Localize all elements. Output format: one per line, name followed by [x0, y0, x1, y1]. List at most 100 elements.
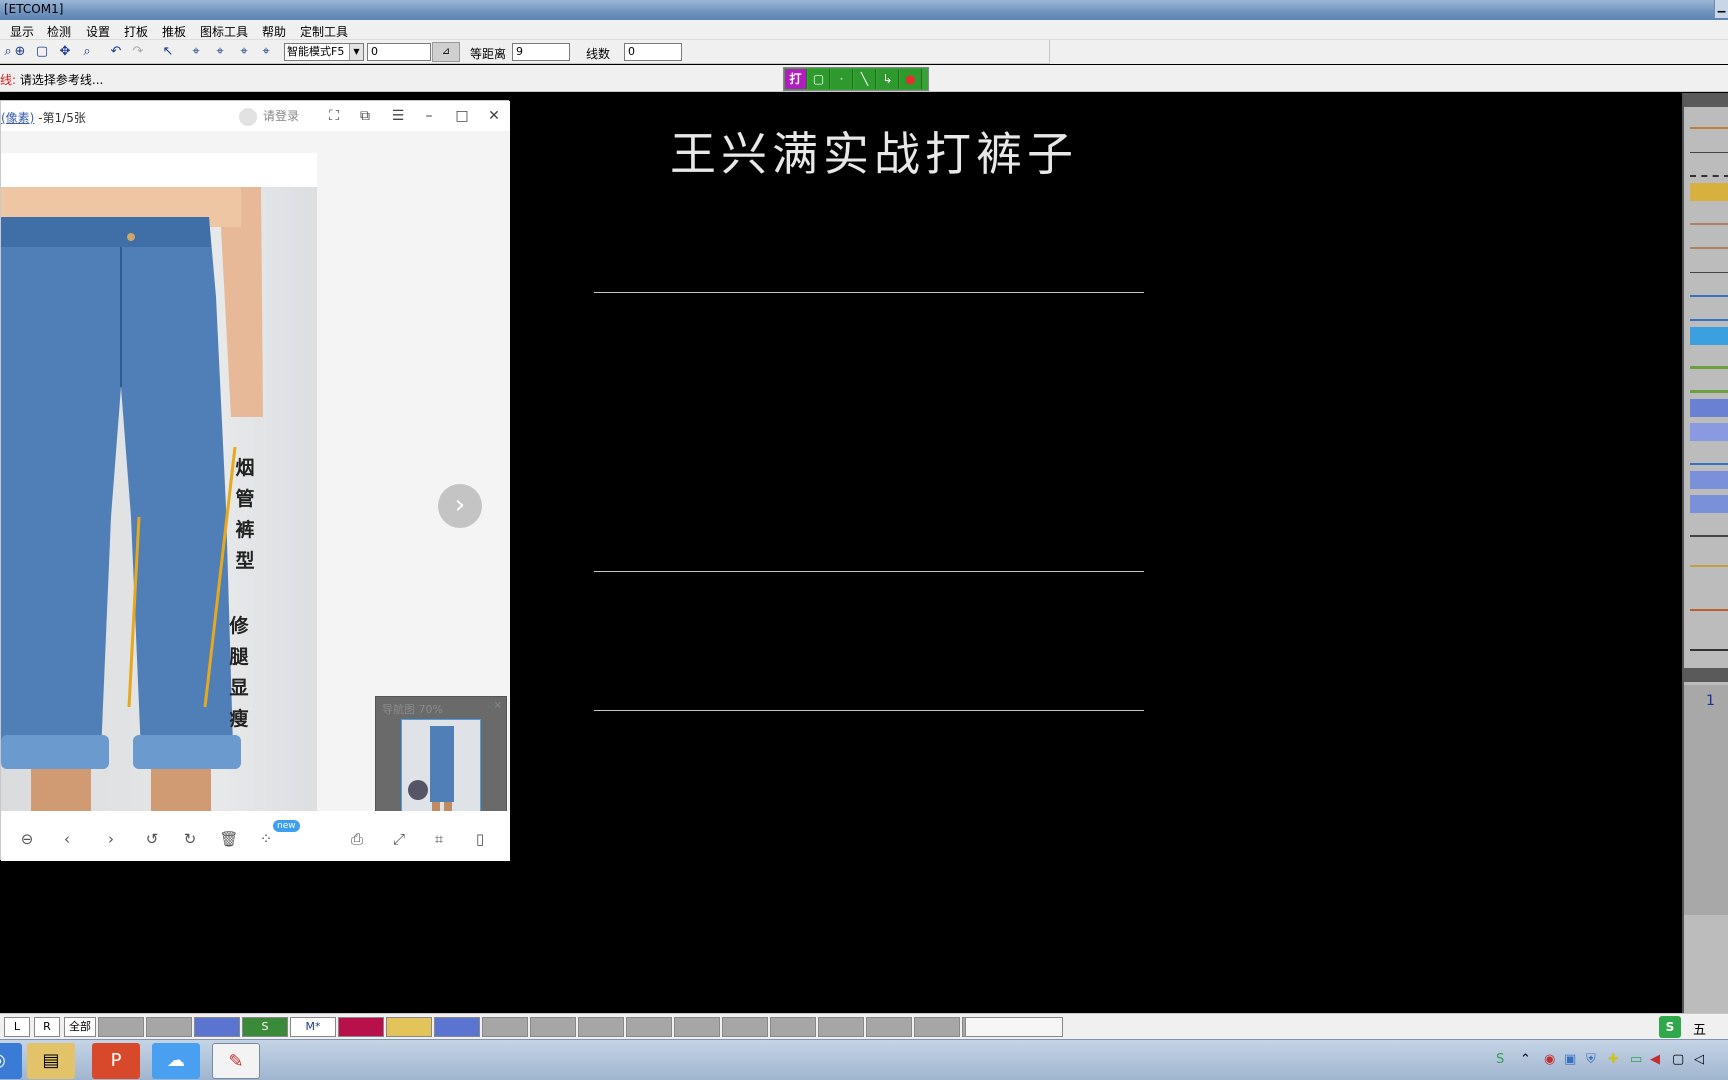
split-tool-icon[interactable]: [1690, 519, 1728, 537]
previous-icon[interactable]: ‹: [57, 829, 77, 849]
value-input[interactable]: 0: [367, 43, 431, 61]
size-cell[interactable]: [434, 1017, 480, 1037]
mode-draft-button[interactable]: 打: [785, 69, 807, 89]
maximize-icon[interactable]: □: [453, 107, 471, 125]
size-cell[interactable]: [626, 1017, 672, 1037]
cad-app-icon[interactable]: ✎: [212, 1043, 260, 1079]
next-image-button[interactable]: ›: [438, 484, 482, 528]
layer-page-number[interactable]: 1: [1706, 693, 1715, 709]
size-cell[interactable]: [722, 1017, 768, 1037]
size-cell[interactable]: [482, 1017, 528, 1037]
fold-tool-icon[interactable]: [1690, 423, 1728, 441]
mode-select[interactable]: 智能模式F5 ▼: [284, 43, 364, 61]
next-icon[interactable]: ›: [101, 829, 121, 849]
redo-icon[interactable]: ↷: [130, 44, 146, 60]
zoom-in-icon[interactable]: ⊕: [12, 44, 28, 60]
menu-custom-tools[interactable]: 定制工具: [300, 23, 348, 40]
battery-icon[interactable]: ▭: [1630, 1052, 1642, 1067]
speaker-icon[interactable]: ◁: [1694, 1052, 1704, 1067]
print-icon[interactable]: ⎙: [347, 829, 367, 849]
size-cell[interactable]: [578, 1017, 624, 1037]
minimize-icon[interactable]: –: [420, 107, 438, 125]
pencil-tool-icon[interactable]: [1690, 111, 1728, 129]
dart-tool-icon[interactable]: [1690, 351, 1728, 369]
point-tool-icon[interactable]: ⌖: [188, 44, 204, 60]
menu-check[interactable]: 检测: [47, 23, 71, 40]
mode-arrow-button[interactable]: ↳: [877, 69, 899, 89]
volume-icon[interactable]: ◀: [1650, 1052, 1660, 1067]
line-tool-icon[interactable]: [1690, 135, 1728, 153]
arrow-tool-icon[interactable]: [1690, 327, 1728, 345]
login-button[interactable]: 请登录: [239, 107, 299, 126]
mode-dot-button[interactable]: ●: [900, 69, 922, 89]
fit-icon[interactable]: ⤢: [389, 829, 409, 849]
point-tool-4-icon[interactable]: ⌖: [258, 44, 274, 60]
undo-icon[interactable]: ↶: [108, 44, 124, 60]
fit-window-icon[interactable]: ▢: [34, 44, 50, 60]
zoom-out-icon[interactable]: ⊖: [17, 829, 37, 849]
cut-tool-icon[interactable]: [1690, 303, 1728, 321]
viewer-title-link[interactable]: (像素): [1, 111, 34, 125]
dart-tool-2-icon[interactable]: [1690, 375, 1728, 393]
menu-icon-tools[interactable]: 图标工具: [200, 23, 248, 40]
size-cell[interactable]: [98, 1017, 144, 1037]
size-cell[interactable]: [530, 1017, 576, 1037]
rotate-left-icon[interactable]: ↺: [142, 829, 162, 849]
menu-pattern[interactable]: 打板: [124, 23, 148, 40]
close-icon[interactable]: ✕: [485, 107, 503, 125]
mode-rect-button[interactable]: ▢: [808, 69, 830, 89]
scissors-tool-icon[interactable]: [1690, 279, 1728, 297]
ruler-tool-icon[interactable]: [1690, 183, 1728, 201]
navigator-close-icon[interactable]: ×: [494, 700, 502, 711]
menu-display[interactable]: 显示: [10, 23, 34, 40]
delete-icon[interactable]: 🗑: [219, 829, 239, 849]
select-delete-icon[interactable]: ↖: [160, 44, 176, 60]
size-cell[interactable]: [338, 1017, 384, 1037]
update-icon[interactable]: ✚: [1608, 1052, 1619, 1067]
measure-tool-icon[interactable]: [1690, 549, 1728, 567]
mode-line-button[interactable]: ╲: [854, 69, 876, 89]
reference-line-3[interactable]: [594, 710, 1144, 711]
record-icon[interactable]: ◉: [1544, 1052, 1555, 1067]
angle-button[interactable]: ⊿: [432, 42, 460, 62]
minimize-button[interactable]: ▁: [1714, 0, 1728, 18]
zoom-search-icon[interactable]: ⌕: [79, 44, 95, 60]
notch-tool-icon[interactable]: [1690, 471, 1728, 489]
size-cell[interactable]: [914, 1017, 960, 1037]
menu-grading[interactable]: 推板: [162, 23, 186, 40]
triangle-tool-icon[interactable]: [1690, 593, 1728, 611]
curve-edit-tool-icon[interactable]: [1690, 447, 1728, 465]
line-count-input[interactable]: 0: [624, 43, 682, 61]
cloud-app-icon[interactable]: ☁: [152, 1043, 200, 1079]
display-icon[interactable]: ▢: [1672, 1052, 1684, 1067]
ocr-icon[interactable]: ⌗: [429, 829, 449, 849]
reference-line-2[interactable]: [594, 571, 1144, 572]
size-right-button[interactable]: R: [34, 1017, 60, 1037]
angle-tool-icon[interactable]: [1690, 255, 1728, 273]
menu-settings[interactable]: 设置: [86, 23, 110, 40]
mode-point-button[interactable]: ·: [831, 69, 853, 89]
tray-expand-icon[interactable]: ⌃: [1520, 1052, 1531, 1067]
menu-help[interactable]: 帮助: [262, 23, 286, 40]
size-cell[interactable]: [386, 1017, 432, 1037]
ime-indicator[interactable]: S 五: [1659, 1016, 1728, 1038]
point-tool-3-icon[interactable]: ⌖: [236, 44, 252, 60]
menu-icon[interactable]: ☰: [389, 107, 407, 125]
size-cell[interactable]: [770, 1017, 816, 1037]
size-cell[interactable]: [146, 1017, 192, 1037]
size-cell[interactable]: M*: [290, 1017, 336, 1037]
presentation-icon[interactable]: P: [92, 1043, 140, 1079]
network-share-icon[interactable]: ▣: [1564, 1052, 1576, 1067]
pleat-tool-icon[interactable]: [1690, 399, 1728, 417]
size-cell[interactable]: [818, 1017, 864, 1037]
viewer-stage[interactable]: 烟 管 裤 型 修 腿 显 瘦 › 导航图 70% ×: [1, 131, 510, 842]
scale-tool-icon[interactable]: [1690, 633, 1728, 651]
slope-tool-2-icon[interactable]: [1690, 231, 1728, 249]
size-cell[interactable]: S: [242, 1017, 288, 1037]
size-cell[interactable]: [866, 1017, 912, 1037]
point-tool-2-icon[interactable]: ⌖: [212, 44, 228, 60]
size-cell[interactable]: [194, 1017, 240, 1037]
file-explorer-icon[interactable]: ▤: [27, 1043, 75, 1079]
reference-line-1[interactable]: [594, 292, 1144, 293]
size-cell[interactable]: [674, 1017, 720, 1037]
